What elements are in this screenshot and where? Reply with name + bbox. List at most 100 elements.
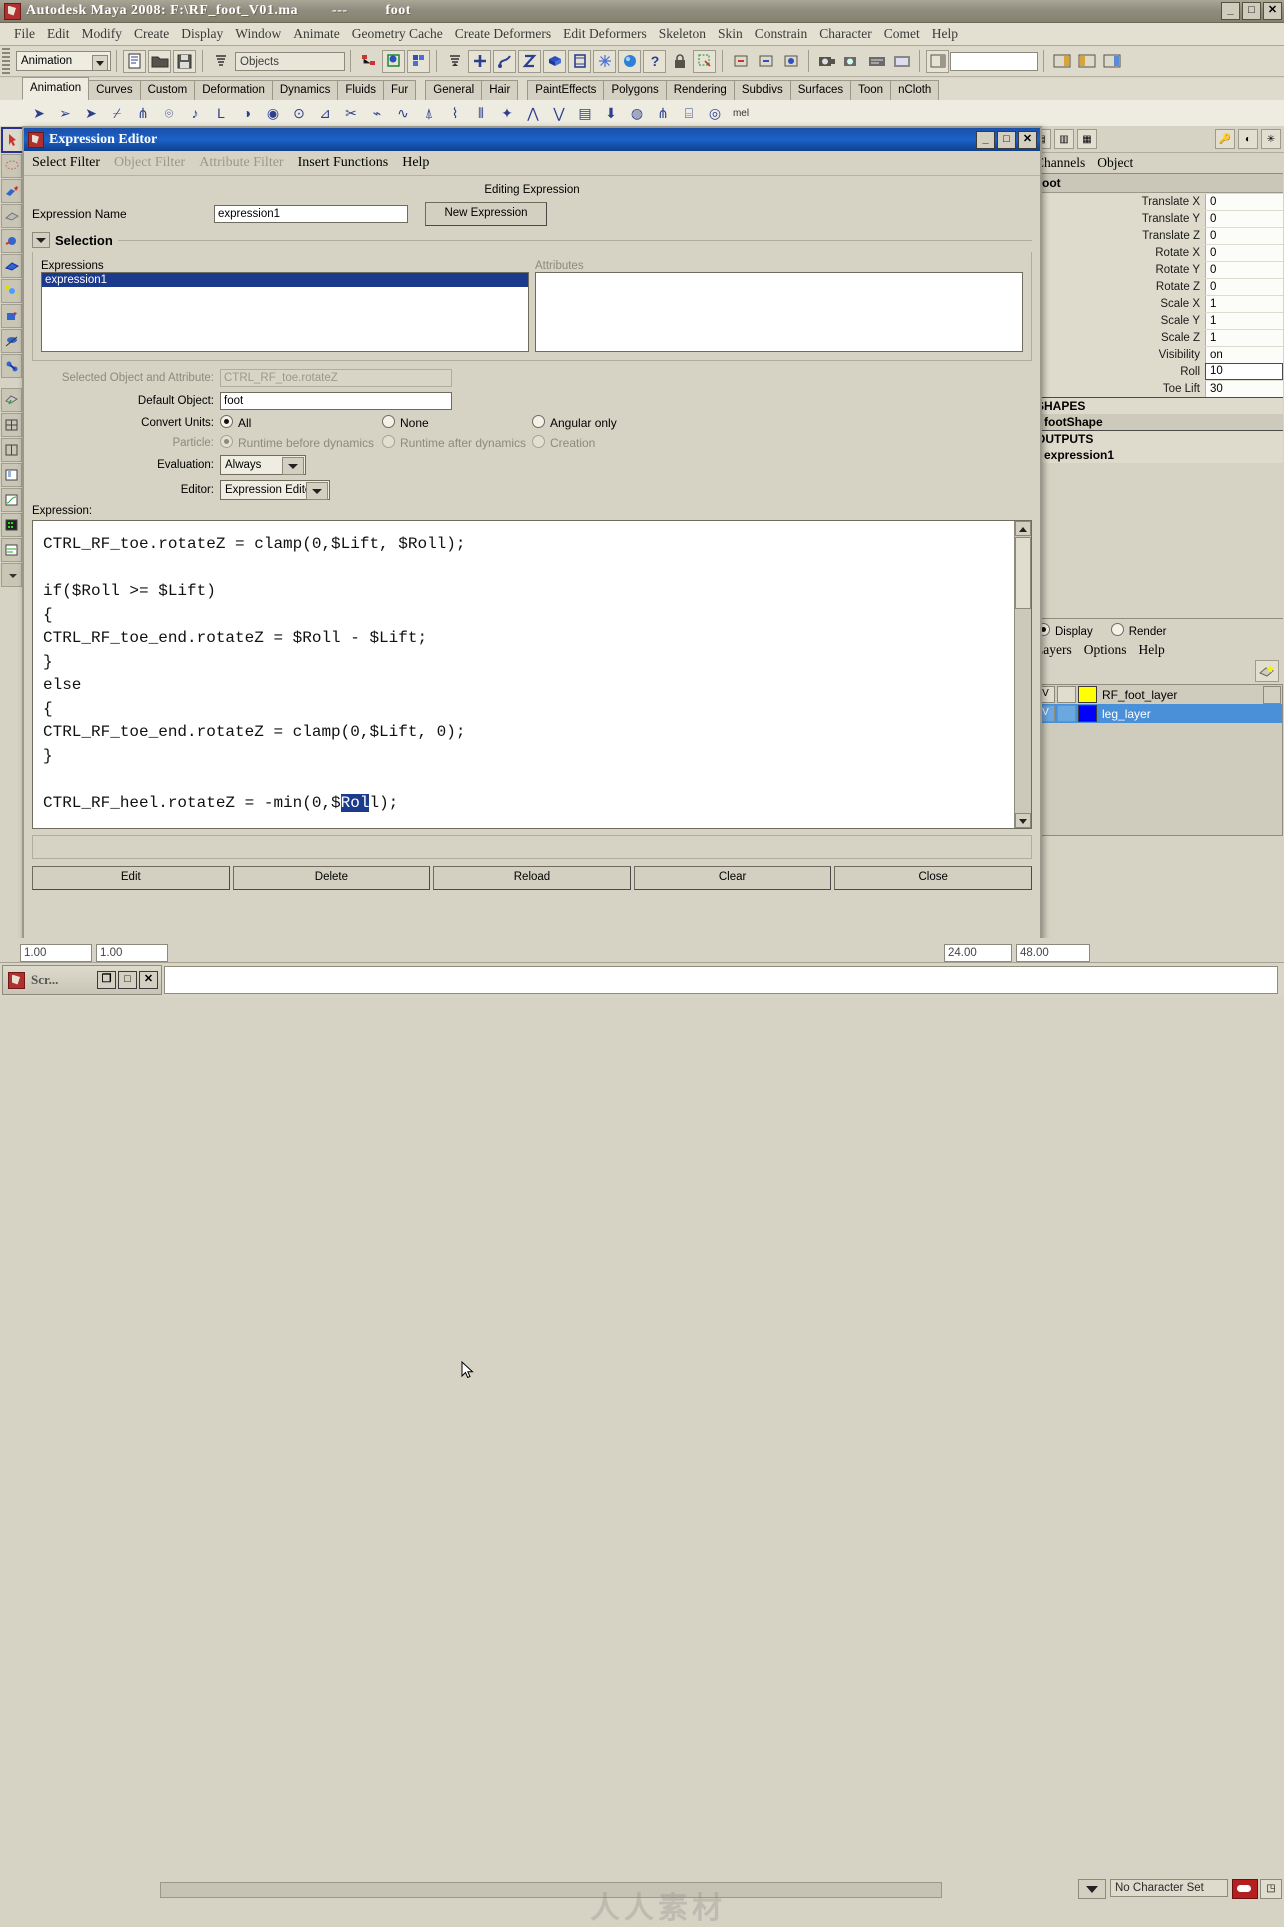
expression-code-area[interactable]: CTRL_RF_toe.rotateZ = clamp(0,$Lift, $Ro…: [32, 520, 1032, 1379]
two-view-layout-icon[interactable]: [1, 438, 22, 462]
chevron-down-icon[interactable]: [32, 232, 50, 248]
menu-skin[interactable]: Skin: [712, 26, 749, 42]
menu-window[interactable]: Window: [229, 26, 287, 42]
maximize-button[interactable]: □: [1242, 2, 1261, 20]
channel-row[interactable]: Visibility on: [1034, 346, 1283, 363]
menu-create[interactable]: Create: [128, 26, 175, 42]
select-filter-menu[interactable]: Select Filter: [32, 155, 100, 171]
open-scene-icon[interactable]: [148, 49, 171, 73]
layer-color-swatch[interactable]: [1078, 686, 1097, 703]
universal-manip-icon[interactable]: [1, 279, 22, 303]
snap-curve-icon[interactable]: [493, 49, 516, 73]
show-channel-box-icon[interactable]: [1100, 50, 1123, 73]
convert-units-none-option[interactable]: None: [382, 415, 532, 430]
numeric-input-field[interactable]: [950, 51, 1038, 71]
persp-trax-layout-icon[interactable]: [1, 538, 22, 562]
rigid-bind-icon[interactable]: ⦀: [468, 101, 494, 125]
layer-editor-toggle-icon[interactable]: ▦: [1077, 129, 1097, 149]
shelf-tab-general[interactable]: General: [425, 80, 483, 100]
help-icon[interactable]: ?: [643, 49, 666, 73]
last-tool-used-icon[interactable]: [1, 354, 22, 378]
aim-constraint-icon[interactable]: ◉: [260, 101, 286, 125]
menu-help[interactable]: Help: [926, 26, 964, 42]
minimize-button[interactable]: _: [976, 131, 995, 149]
selection-group-header[interactable]: Selection: [32, 232, 1032, 248]
animation-preferences-icon[interactable]: ◳: [1260, 1879, 1282, 1899]
channel-value[interactable]: 1: [1205, 312, 1283, 329]
menu-geometry-cache[interactable]: Geometry Cache: [346, 26, 449, 42]
channel-row[interactable]: Scale Y 1: [1034, 312, 1283, 329]
shelf-tab-toon[interactable]: Toon: [850, 80, 892, 100]
layer-playback-toggle[interactable]: [1057, 705, 1076, 722]
channel-value[interactable]: 0: [1205, 210, 1283, 227]
menu-comet[interactable]: Comet: [878, 26, 926, 42]
channel-row-toe-lift[interactable]: Toe Lift 30: [1034, 380, 1283, 397]
graph-editor-icon[interactable]: ⋔: [650, 101, 676, 125]
menu-edit-deformers[interactable]: Edit Deformers: [557, 26, 653, 42]
channel-value[interactable]: on: [1205, 346, 1283, 363]
reload-button[interactable]: Reload: [433, 866, 631, 890]
scroll-up-icon[interactable]: [1015, 521, 1031, 536]
copy-skin-icon[interactable]: ⋁: [546, 101, 572, 125]
restore-button[interactable]: ❐: [97, 971, 116, 989]
persp-graph-layout-icon[interactable]: [1, 488, 22, 512]
menu-constrain[interactable]: Constrain: [749, 26, 814, 42]
edit-button[interactable]: Edit: [32, 866, 230, 890]
lattice-icon[interactable]: ⌁: [364, 101, 390, 125]
channel-value[interactable]: 0: [1205, 261, 1283, 278]
convert-units-angular-option[interactable]: Angular only: [532, 415, 617, 430]
lock-icon[interactable]: [668, 50, 691, 73]
mirror-skin-icon[interactable]: ⋀: [520, 101, 546, 125]
new-scene-icon[interactable]: [123, 49, 146, 73]
saved-layouts-icon[interactable]: [1, 563, 22, 587]
shelf-tab-subdivs[interactable]: Subdivs: [733, 80, 791, 100]
paint-weights-icon[interactable]: ✦: [494, 101, 520, 125]
redo-icon[interactable]: [754, 50, 777, 73]
channel-value[interactable]: 0: [1205, 278, 1283, 295]
shelf-tab-animation[interactable]: Animation: [22, 77, 90, 100]
channel-value-roll[interactable]: 10: [1205, 363, 1283, 380]
keyframe-icon[interactable]: 🔑: [1215, 129, 1235, 149]
paint-icon[interactable]: [779, 50, 802, 73]
hypershade-layout-icon[interactable]: [1, 513, 22, 537]
channel-row[interactable]: Rotate X 0: [1034, 244, 1283, 261]
orient-constraint-icon[interactable]: ◑: [234, 101, 260, 125]
snap-view-plane-icon[interactable]: [543, 49, 566, 73]
radio-all[interactable]: [220, 415, 233, 428]
render-radio-group[interactable]: Render: [1110, 623, 1166, 638]
evaluation-dropdown[interactable]: Always: [220, 455, 306, 475]
wire-tool-icon[interactable]: ∿: [390, 101, 416, 125]
playback-start-field[interactable]: 1.00: [96, 944, 168, 962]
shelf-tab-curves[interactable]: Curves: [88, 80, 141, 100]
attributes-list[interactable]: [535, 272, 1023, 352]
parent-constraint-icon[interactable]: ♪: [182, 101, 208, 125]
blendshape-icon[interactable]: ⍋: [416, 101, 442, 125]
pole-vector-icon[interactable]: ⊿: [312, 101, 338, 125]
channel-value-toe-lift[interactable]: 30: [1205, 380, 1283, 397]
character-set-field[interactable]: No Character Set: [1110, 1879, 1228, 1897]
four-view-layout-icon[interactable]: [1, 413, 22, 437]
show-attribute-editor-icon[interactable]: [1050, 50, 1073, 73]
layer-row-rf-foot[interactable]: V RF_foot_layer: [1034, 685, 1282, 704]
auto-keyframe-icon[interactable]: [1232, 1879, 1258, 1899]
clear-button[interactable]: Clear: [633, 866, 832, 890]
shelf-tab-ncloth[interactable]: nCloth: [890, 80, 940, 100]
save-scene-icon[interactable]: [173, 49, 196, 73]
ghost-icon[interactable]: ▤: [572, 101, 598, 125]
snap-hierarchy-icon[interactable]: [443, 50, 466, 73]
expand-icon[interactable]: ✳: [1261, 129, 1281, 149]
expression-code-text[interactable]: CTRL_RF_toe.rotateZ = clamp(0,$Lift, $Ro…: [33, 521, 1031, 815]
snap-grid-icon[interactable]: [468, 49, 491, 73]
rotate-tool-icon[interactable]: [1, 229, 22, 253]
editor-dropdown[interactable]: Expression Editor: [220, 480, 330, 500]
channel-value[interactable]: 1: [1205, 329, 1283, 346]
lasso-tool-icon[interactable]: [1, 154, 22, 178]
channel-value[interactable]: 0: [1205, 193, 1283, 210]
channel-row[interactable]: Translate Y 0: [1034, 210, 1283, 227]
set-key-icon[interactable]: ➤: [26, 101, 52, 125]
new-expression-button[interactable]: New Expression: [425, 202, 547, 226]
expression-editor-title-bar[interactable]: Expression Editor _ □ ✕: [24, 128, 1040, 151]
move-tool-icon[interactable]: [1, 204, 22, 228]
close-button[interactable]: ✕: [139, 971, 158, 989]
set-breakdown-icon[interactable]: ➢: [52, 101, 78, 125]
